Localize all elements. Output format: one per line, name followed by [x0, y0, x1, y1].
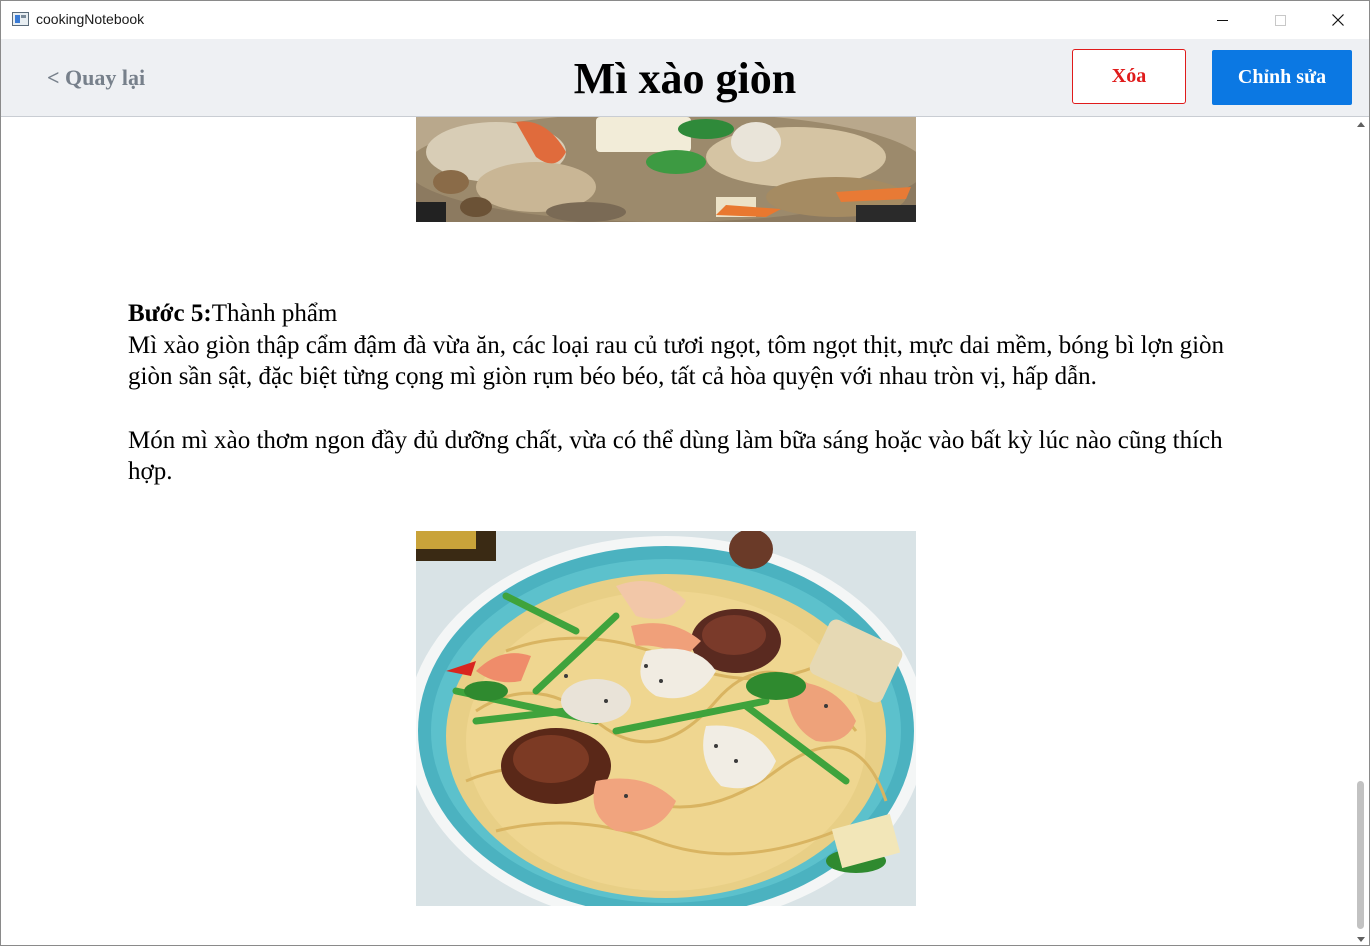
step-name: Thành phẩm — [211, 300, 338, 327]
scroll-thumb[interactable] — [1357, 781, 1364, 929]
back-button[interactable]: < Quay lại — [47, 65, 145, 91]
maximize-icon — [1274, 14, 1286, 26]
recipe-content: Bước 5:Thành phẩm Mì xào giòn thập cẩm đ… — [1, 117, 1351, 945]
vertical-scrollbar[interactable] — [1352, 117, 1369, 945]
step-paragraph-2: Món mì xào thơm ngon đầy đủ dưỡng chất, … — [128, 426, 1223, 486]
final-dish-photo — [416, 531, 916, 906]
maximize-button[interactable] — [1257, 1, 1303, 39]
minimize-icon — [1216, 19, 1228, 21]
recipe-header: < Quay lại Mì xào giòn Xóa Chỉnh sửa — [1, 39, 1369, 117]
step-5-text: Bước 5:Thành phẩm Mì xào giòn thập cẩm đ… — [128, 298, 1228, 488]
app-window-icon — [12, 12, 29, 26]
minimize-button[interactable] — [1199, 1, 1245, 39]
close-icon — [1332, 14, 1344, 26]
edit-button[interactable]: Chỉnh sửa — [1212, 50, 1352, 105]
step-4-photo — [416, 117, 916, 222]
close-button[interactable] — [1315, 1, 1361, 39]
delete-button[interactable]: Xóa — [1072, 49, 1186, 104]
app-window: cookingNotebook < Quay lại Mì xào giòn X… — [0, 0, 1370, 946]
title-bar: cookingNotebook — [1, 1, 1369, 39]
step-label: Bước 5: — [128, 300, 212, 327]
scroll-down-arrow-icon[interactable] — [1352, 932, 1369, 945]
step-paragraph-1: Mì xào giòn thập cẩm đậm đà vừa ăn, các … — [128, 331, 1225, 391]
app-title: cookingNotebook — [36, 11, 145, 27]
scroll-up-arrow-icon[interactable] — [1352, 117, 1369, 131]
